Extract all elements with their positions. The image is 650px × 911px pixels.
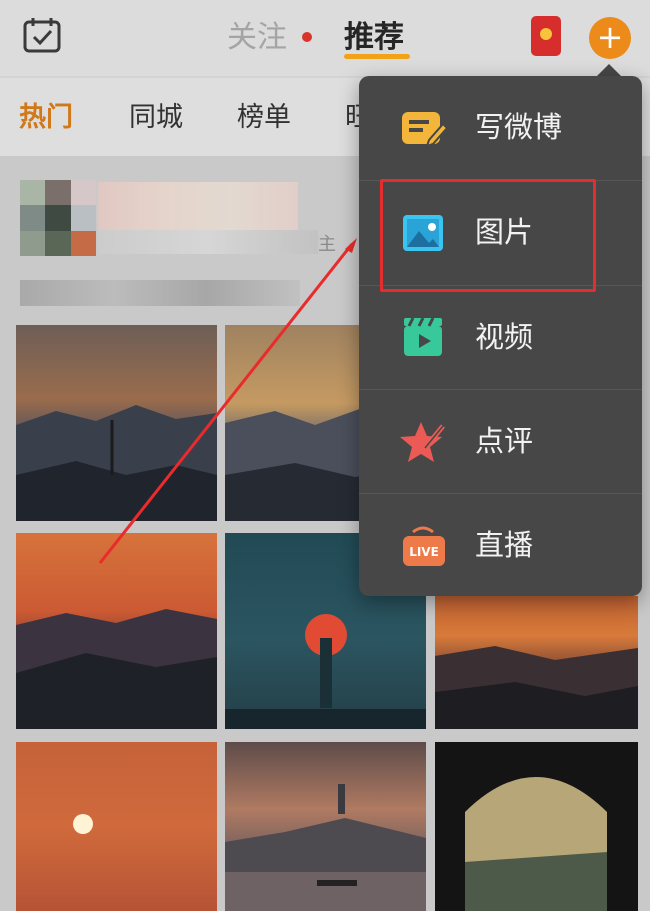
unread-dot bbox=[302, 32, 312, 42]
live-icon-text: LIVE bbox=[409, 545, 439, 559]
review-star-icon bbox=[400, 422, 445, 462]
compose-icon bbox=[402, 112, 449, 148]
tab-follow[interactable]: 关注 bbox=[227, 18, 287, 58]
active-tab-indicator bbox=[344, 54, 410, 59]
plus-button[interactable]: + bbox=[589, 17, 631, 59]
menu-item-label: 直播 bbox=[475, 528, 534, 562]
photo-tile[interactable] bbox=[16, 325, 217, 521]
tab-recommend[interactable]: 推荐 bbox=[344, 18, 404, 58]
post-meta-blurred bbox=[98, 230, 318, 254]
photo-tile[interactable] bbox=[16, 533, 217, 729]
calendar-check-icon[interactable] bbox=[23, 17, 61, 53]
category-local[interactable]: 同城 bbox=[129, 100, 183, 136]
menu-item-live[interactable]: LIVE 直播 bbox=[359, 494, 642, 598]
post-text-blurred bbox=[20, 280, 300, 306]
menu-item-label: 视频 bbox=[475, 320, 534, 354]
avatar[interactable] bbox=[20, 180, 96, 256]
menu-item-label: 写微博 bbox=[475, 110, 563, 144]
menu-item-label: 点评 bbox=[475, 424, 534, 458]
category-hot[interactable]: 热门 bbox=[19, 100, 73, 136]
menu-item-video[interactable]: 视频 bbox=[359, 286, 642, 390]
video-icon bbox=[404, 317, 442, 356]
live-icon: LIVE bbox=[403, 526, 445, 566]
category-ranking[interactable]: 榜单 bbox=[237, 100, 291, 136]
photo-tile[interactable] bbox=[435, 742, 638, 911]
username-blurred bbox=[98, 182, 298, 230]
highlight-box bbox=[380, 179, 596, 292]
publish-menu: 写微博 图片 视频 点评 LIVE 直播 bbox=[359, 76, 642, 596]
photo-tile[interactable] bbox=[16, 742, 217, 911]
red-packet-icon[interactable] bbox=[531, 16, 561, 56]
post-meta-suffix: 主 bbox=[318, 234, 336, 255]
photo-tile[interactable] bbox=[225, 742, 426, 911]
menu-item-compose[interactable]: 写微博 bbox=[359, 76, 642, 180]
menu-item-review[interactable]: 点评 bbox=[359, 390, 642, 494]
photo-tile[interactable] bbox=[435, 596, 638, 729]
top-bar: 关注 推荐 + bbox=[0, 0, 650, 76]
